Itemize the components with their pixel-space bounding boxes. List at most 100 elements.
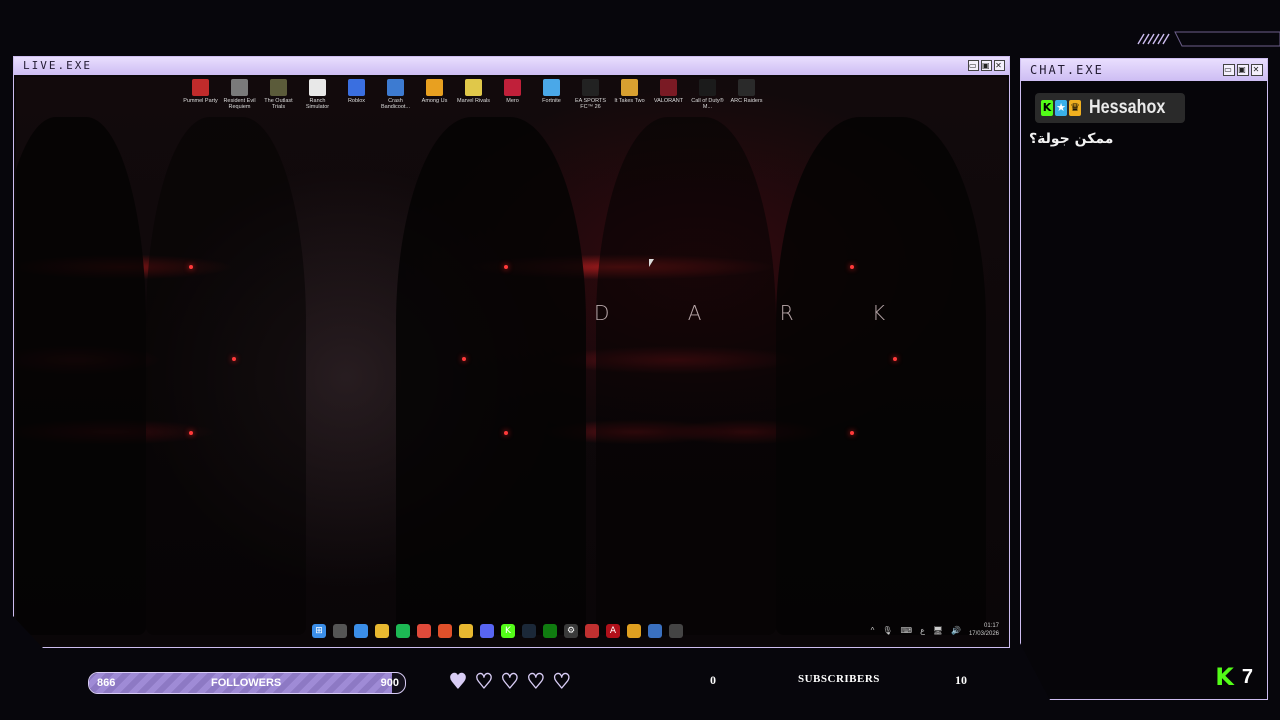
mouse-cursor-icon (649, 259, 654, 267)
subscriber-badge-icon: ★ (1055, 100, 1067, 116)
keyboard-icon[interactable]: ⌨ (901, 626, 913, 635)
desktop-icon-label: Roblox (347, 98, 366, 104)
desktop-icon-label: Fortnite (542, 98, 561, 104)
discord-icon[interactable] (480, 624, 494, 638)
desktop-icon-label: VALORANT (653, 98, 684, 104)
taskbar-clock[interactable]: 01:17 17/03/2026 (969, 622, 999, 638)
resident-evil-icon (231, 79, 248, 96)
steam-icon[interactable] (522, 624, 536, 638)
wallpaper-text: D A R K (594, 301, 922, 325)
chrome-icon[interactable] (417, 624, 431, 638)
subscribers-current: 0 (710, 673, 716, 687)
task-view-icon[interactable] (354, 624, 368, 638)
desktop-icon-label: Pummel Party (183, 98, 218, 104)
volume-icon[interactable]: 🔊 (951, 626, 961, 635)
xbox-icon[interactable] (543, 624, 557, 638)
kick-icon[interactable]: K (501, 624, 515, 638)
chat-window-titlebar[interactable]: CHAT.EXE ▭ ▣ ✕ (1021, 59, 1267, 81)
language-indicator[interactable]: ع (920, 626, 925, 635)
desktop-icon-label: It Takes Two (614, 98, 645, 104)
chat-close-button[interactable]: ✕ (1251, 64, 1263, 76)
desktop-icon[interactable]: The Outlast Trials (259, 79, 298, 110)
desktop-icon[interactable]: Among Us (415, 79, 454, 110)
desktop-icon[interactable]: Marvel Rivals (454, 79, 493, 110)
desktop-icon[interactable]: VALORANT (649, 79, 688, 110)
adobe-icon[interactable]: A (606, 624, 620, 638)
yellow-app-icon[interactable] (459, 624, 473, 638)
followers-progress-bar: 866 FOLLOWERS 900 (88, 672, 406, 694)
settings-icon[interactable]: ⚙ (564, 624, 578, 638)
hearts-meter: ♥ ♥ ♥ ♥ ♥ (448, 669, 571, 693)
system-tray: ^ 🎙 ⌨ ع 🖥 🔊 01:17 17/03/2026 (871, 622, 999, 638)
header-decoration (1137, 31, 1280, 47)
desktop-icon-label: Ranch Simulator (305, 98, 330, 110)
live-window: LIVE.EXE ▭ ▣ ✕ D A R K Pummel Party Resid… (13, 56, 1010, 648)
desktop-icon[interactable]: Ranch Simulator (298, 79, 337, 110)
clock-time: 01:17 (983, 623, 999, 629)
stream-screen: D A R K Pummel Party Resident Evil Requie… (16, 77, 1007, 645)
desktop-icon[interactable]: Resident Evil Requiem (220, 79, 259, 110)
subscribers-label: SUBSCRIBERS (798, 673, 880, 685)
chat-window-title: CHAT.EXE (1030, 63, 1104, 77)
mero-icon (504, 79, 521, 96)
windows-start-icon[interactable]: ⊞ (312, 624, 326, 638)
record-icon[interactable] (585, 624, 599, 638)
viewer-count-value: 7 (1241, 665, 1253, 688)
outlast-icon (270, 79, 287, 96)
network-icon[interactable]: 🖥 (933, 626, 943, 635)
desktop-icon[interactable]: Pummel Party (181, 79, 220, 110)
desktop-icon[interactable]: Roblox (337, 79, 376, 110)
desktop-icon-label: Marvel Rivals (456, 98, 490, 104)
mic-icon[interactable]: 🎙 (882, 626, 892, 635)
chat-maximize-button[interactable]: ▣ (1237, 64, 1249, 76)
chat-user-row: K ★ ♛ Hessahox (1035, 93, 1185, 123)
spotify-icon[interactable] (396, 624, 410, 638)
heart-icon: ♥ (526, 669, 545, 693)
desktop-icon-label: EA SPORTS FC™ 26 (574, 98, 607, 110)
file-explorer-icon[interactable] (375, 624, 389, 638)
kick-badge-icon: K (1041, 100, 1053, 116)
among-us-icon (426, 79, 443, 96)
terminal-icon[interactable] (669, 624, 683, 638)
chat-message: ممكن جولة؟ (1029, 131, 1114, 147)
maximize-button[interactable]: ▣ (981, 60, 992, 71)
fortnite-icon (543, 79, 560, 96)
search-icon[interactable] (333, 624, 347, 638)
crash-icon (387, 79, 404, 96)
tray-chevron-icon[interactable]: ^ (871, 626, 875, 635)
chat-minimize-button[interactable]: ▭ (1223, 64, 1235, 76)
desktop-icon[interactable]: It Takes Two (610, 79, 649, 110)
brave-icon[interactable] (438, 624, 452, 638)
ranch-sim-icon (309, 79, 326, 96)
live-window-title: LIVE.EXE (23, 59, 92, 72)
desktop-icon[interactable]: Fortnite (532, 79, 571, 110)
heart-icon: ♥ (500, 669, 519, 693)
desktop-icon[interactable]: EA SPORTS FC™ 26 (571, 79, 610, 110)
chat-username[interactable]: Hessahox (1089, 97, 1166, 119)
desktop-icon[interactable]: Crash Bandicoot... (376, 79, 415, 110)
desktop-icon[interactable]: ARC Raiders (727, 79, 766, 110)
desktop-icon[interactable]: Mero (493, 79, 532, 110)
window-app-icon[interactable] (648, 624, 662, 638)
desktop-icon-label: Resident Evil Requiem (223, 98, 256, 110)
desktop-icons: Pummel Party Resident Evil Requiem The Out… (181, 79, 766, 110)
viewer-count: K 7 (1215, 663, 1253, 691)
kick-logo-icon: K (1215, 663, 1234, 691)
followers-goal: 900 (380, 677, 399, 689)
desktop-icon-label: Crash Bandicoot... (380, 98, 411, 110)
marvel-rivals-icon (465, 79, 482, 96)
arc-icon[interactable] (627, 624, 641, 638)
it-takes-two-icon (621, 79, 638, 96)
heart-icon: ♥ (448, 669, 467, 693)
desktop-icon-label: Call of Duty® M... (691, 98, 724, 110)
live-window-titlebar[interactable]: LIVE.EXE ▭ ▣ ✕ (14, 57, 1009, 75)
desktop-icon[interactable]: Call of Duty® M... (688, 79, 727, 110)
desktop-icon-label: ARC Raiders (730, 98, 763, 104)
close-button[interactable]: ✕ (994, 60, 1005, 71)
heart-icon: ♥ (474, 669, 493, 693)
desktop-icon-label: The Outlast Trials (264, 98, 293, 110)
arc-raiders-icon (738, 79, 755, 96)
followers-current: 866 (97, 677, 116, 689)
crown-badge-icon: ♛ (1069, 100, 1081, 116)
minimize-button[interactable]: ▭ (968, 60, 979, 71)
